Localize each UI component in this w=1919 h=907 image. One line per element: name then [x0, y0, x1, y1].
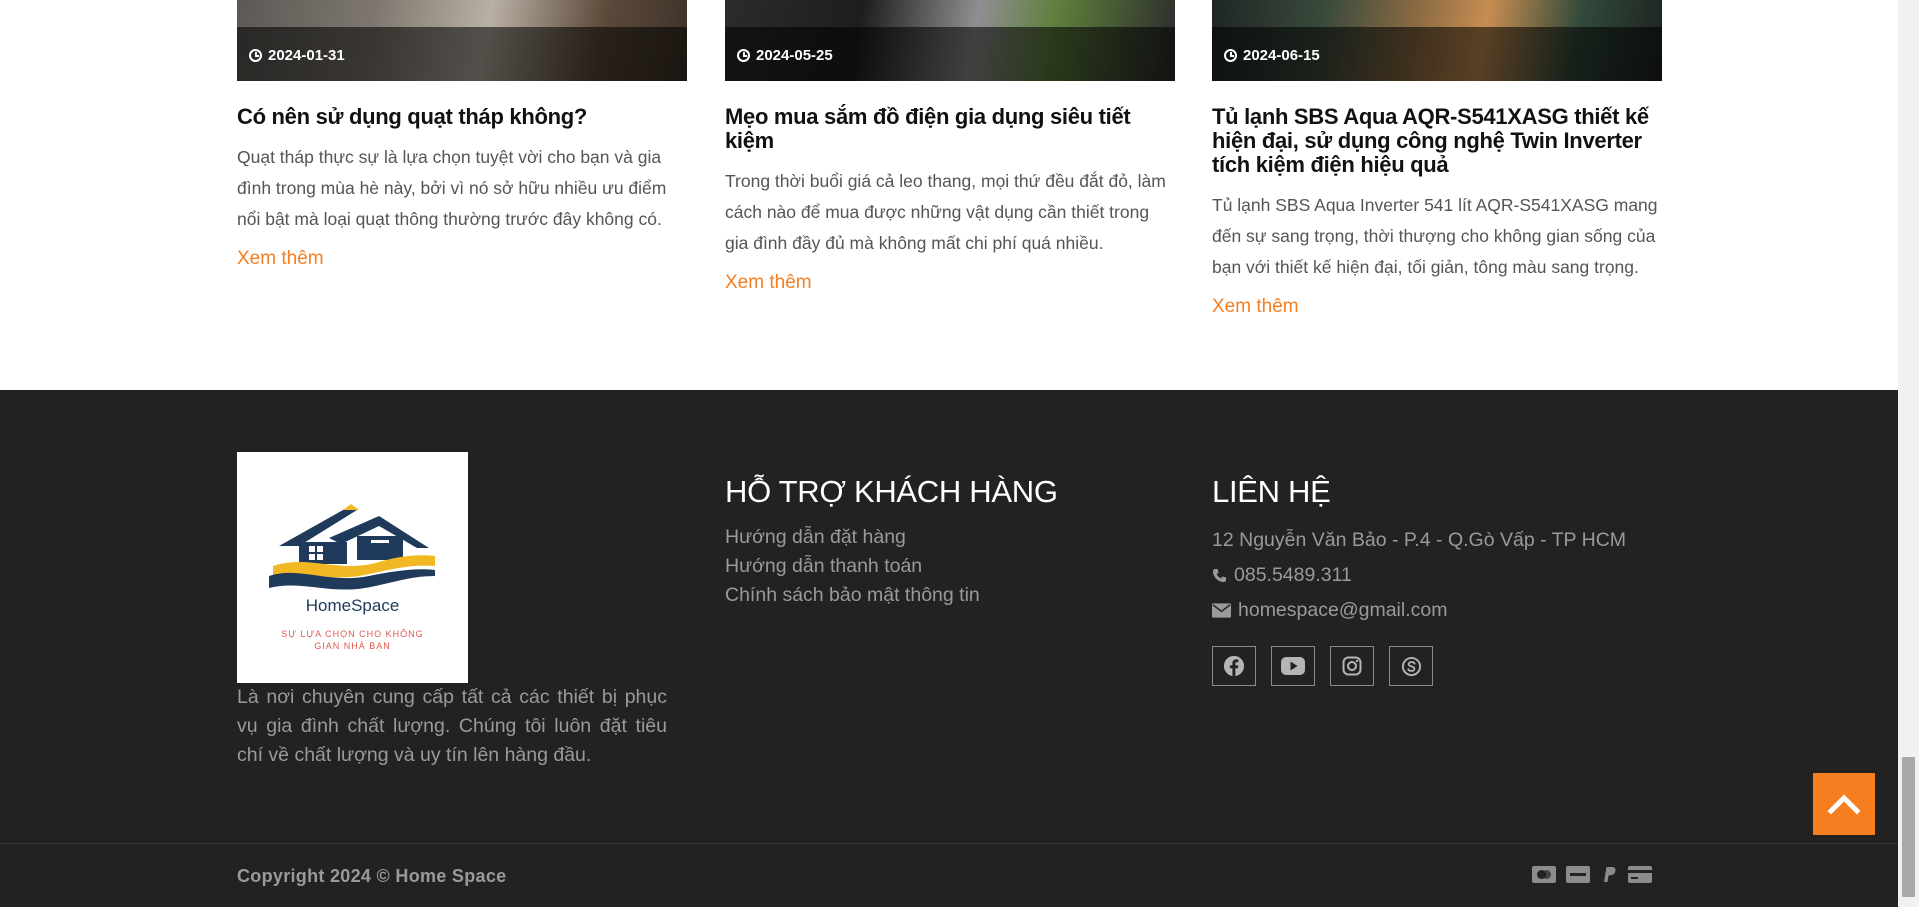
about-text: Là nơi chuyên cung cấp tất cả các thiết …: [237, 686, 667, 766]
page-scrollbar[interactable]: [1898, 0, 1919, 907]
post-date: 2024-05-25: [737, 47, 833, 64]
post-date: 2024-06-15: [1224, 47, 1320, 64]
clock-icon: [249, 49, 262, 62]
site-footer: HomeSpace SỰ LỰA CHỌN CHO KHÔNG GIAN NHÀ…: [0, 390, 1898, 907]
clock-icon: [1224, 49, 1237, 62]
instagram-button[interactable]: [1330, 646, 1374, 686]
chevron-up-icon: [1827, 794, 1861, 815]
support-link-privacy-policy[interactable]: Chính sách bảo mật thông tin: [725, 581, 980, 610]
contact-address-text: 12 Nguyễn Văn Bảo - P.4 - Q.Gò Vấp - TP …: [1212, 529, 1627, 551]
read-more-link[interactable]: Xem thêm: [1212, 296, 1299, 318]
contact-phone-text: 085.5489.311: [1234, 564, 1352, 586]
post-excerpt: Quạt tháp thực sự là lựa chọn tuyệt vời …: [237, 147, 667, 229]
clock-icon: [737, 49, 750, 62]
post-date-text: 2024-05-25: [756, 47, 833, 64]
contact-address: 12 Nguyễn Văn Bảo - P.4 - Q.Gò Vấp - TP …: [1212, 523, 1626, 558]
envelope-icon: [1212, 603, 1231, 618]
support-heading: HỖ TRỢ KHÁCH HÀNG: [725, 474, 1058, 509]
logo-slogan: SỰ LỰA CHỌN CHO KHÔNG GIAN NHÀ BẠN: [281, 629, 424, 651]
blog-post-card: 2024-05-25 Mẹo mua sắm đồ điện gia dụng …: [725, 0, 1175, 294]
blog-post-card: 2024-01-31 Có nên sử dụng quạt tháp khôn…: [237, 0, 687, 270]
visa-icon: [1566, 866, 1590, 883]
post-excerpt: Tủ lạnh SBS Aqua Inverter 541 lít AQR-S5…: [1212, 195, 1658, 277]
copyright-text: Copyright 2024 © Home Space: [237, 866, 507, 886]
house-logo-icon: [269, 504, 435, 590]
footer-divider: [0, 843, 1898, 844]
contact-phone[interactable]: 085.5489.311: [1212, 558, 1626, 593]
blog-section: 2024-01-31 Có nên sử dụng quạt tháp khôn…: [0, 0, 1898, 390]
facebook-icon: [1223, 655, 1245, 677]
youtube-icon: [1281, 657, 1305, 675]
post-title[interactable]: Tủ lạnh SBS Aqua AQR-S541XASG thiết kế h…: [1212, 105, 1662, 177]
support-link-order-guide[interactable]: Hướng dẫn đặt hàng: [725, 523, 980, 552]
skype-icon: [1401, 656, 1421, 676]
support-link-payment-guide[interactable]: Hướng dẫn thanh toán: [725, 552, 980, 581]
read-more-link[interactable]: Xem thêm: [725, 272, 812, 294]
mastercard-icon: [1532, 866, 1556, 883]
logo-brand-name: HomeSpace: [305, 596, 400, 615]
instagram-icon: [1342, 656, 1362, 676]
payment-methods: [1532, 866, 1652, 883]
footer-logo[interactable]: HomeSpace SỰ LỰA CHỌN CHO KHÔNG GIAN NHÀ…: [237, 452, 468, 683]
post-title[interactable]: Mẹo mua sắm đồ điện gia dụng siêu tiết k…: [725, 105, 1175, 153]
skype-button[interactable]: [1389, 646, 1433, 686]
post-thumbnail[interactable]: 2024-05-25: [725, 0, 1175, 81]
post-date-text: 2024-06-15: [1243, 47, 1320, 64]
post-date: 2024-01-31: [249, 47, 345, 64]
post-thumbnail[interactable]: 2024-01-31: [237, 0, 687, 81]
scrollbar-thumb[interactable]: [1902, 757, 1915, 897]
social-links: [1212, 646, 1433, 686]
support-links: Hướng dẫn đặt hàng Hướng dẫn thanh toán …: [725, 523, 980, 610]
post-thumbnail[interactable]: 2024-06-15: [1212, 0, 1662, 81]
youtube-button[interactable]: [1271, 646, 1315, 686]
read-more-link[interactable]: Xem thêm: [237, 248, 324, 270]
post-title[interactable]: Có nên sử dụng quạt tháp không?: [237, 105, 687, 129]
post-date-text: 2024-01-31: [268, 47, 345, 64]
credit-card-icon: [1628, 866, 1652, 883]
contact-email[interactable]: homespace@gmail.com: [1212, 593, 1626, 628]
back-to-top-button[interactable]: [1813, 773, 1875, 835]
contact-list: 12 Nguyễn Văn Bảo - P.4 - Q.Gò Vấp - TP …: [1212, 523, 1626, 628]
facebook-button[interactable]: [1212, 646, 1256, 686]
contact-email-text: homespace@gmail.com: [1238, 599, 1448, 621]
contact-heading: LIÊN HỆ: [1212, 474, 1331, 509]
paypal-icon: [1600, 866, 1618, 883]
phone-icon: [1212, 568, 1227, 583]
post-excerpt: Trong thời buổi giá cả leo thang, mọi th…: [725, 171, 1166, 253]
blog-post-card: 2024-06-15 Tủ lạnh SBS Aqua AQR-S541XASG…: [1212, 0, 1662, 318]
